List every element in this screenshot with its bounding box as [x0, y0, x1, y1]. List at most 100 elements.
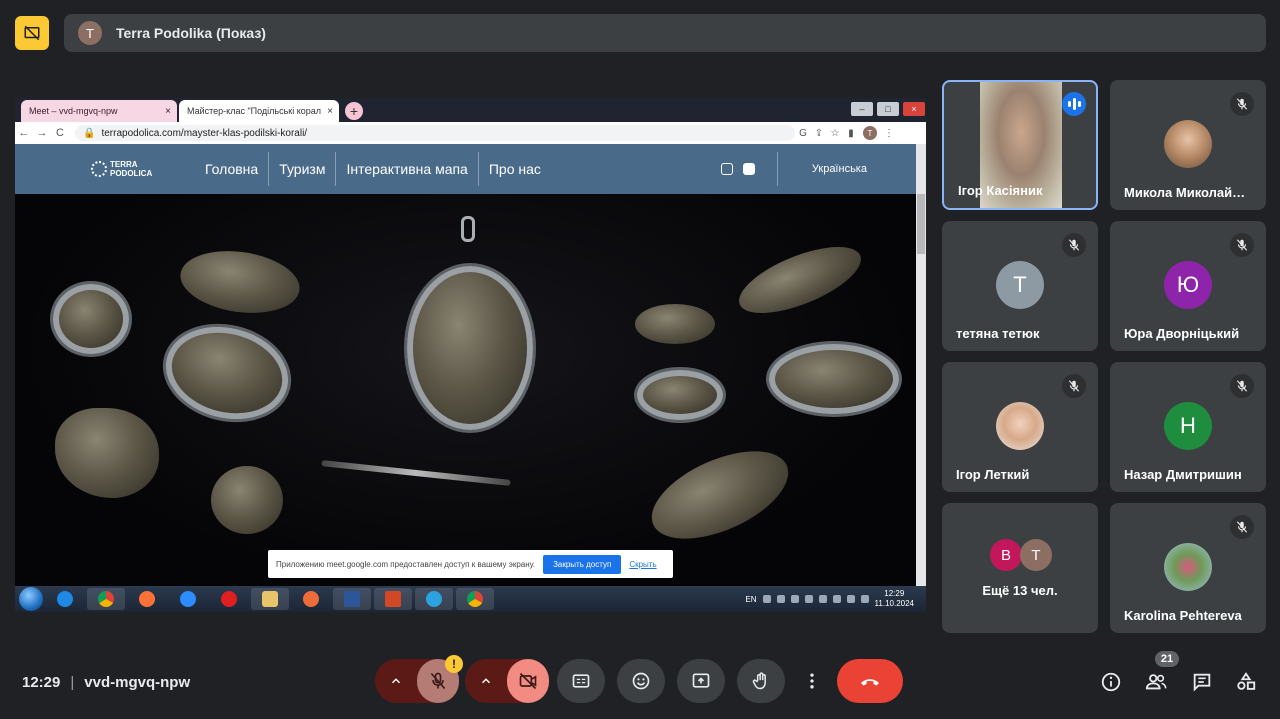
hide-notice-link[interactable]: Скрыть	[629, 560, 656, 569]
tray-icon[interactable]	[790, 595, 799, 603]
star-icon[interactable]: ☆	[827, 128, 843, 139]
facebook-icon[interactable]	[742, 163, 755, 175]
hand-icon	[752, 672, 766, 690]
activities-button[interactable]	[1232, 668, 1260, 696]
more-vert-icon	[810, 673, 814, 689]
minimize-button[interactable]: –	[851, 102, 873, 116]
pendant-image	[637, 370, 723, 420]
sidepanel-icon[interactable]: ▮	[843, 128, 859, 139]
stop-sharing-button[interactable]: Закрыть доступ	[543, 554, 622, 574]
reactions-button[interactable]	[617, 659, 665, 703]
taskbar-firefox[interactable]	[128, 588, 166, 610]
page-scrollbar-thumb[interactable]	[917, 194, 925, 254]
participant-tile[interactable]: Ю Юра Дворніцький	[1110, 221, 1266, 351]
tray-icon[interactable]	[818, 595, 827, 603]
participant-tile[interactable]: Ігор Леткий	[942, 362, 1098, 492]
close-window-button[interactable]: ×	[903, 102, 925, 116]
profile-avatar[interactable]: T	[863, 126, 877, 140]
camera-toggle-button[interactable]	[507, 659, 549, 703]
presenter-bar[interactable]: T Terra Podolika (Показ)	[64, 14, 1266, 52]
url-input[interactable]: 🔒 terrapodolica.com/mayster-klas-podilsk…	[75, 125, 795, 141]
url-text: terrapodolica.com/mayster-klas-podilski-…	[101, 127, 308, 139]
participant-tile[interactable]: Н Назар Дмитришин	[1110, 362, 1266, 492]
present-button[interactable]	[677, 659, 725, 703]
volume-icon[interactable]	[846, 595, 855, 603]
mic-warning-badge[interactable]: !	[445, 655, 463, 673]
tab-meet[interactable]: Meet – vvd-mgvq-npw ×	[21, 100, 177, 122]
audio-settings-chevron[interactable]	[375, 659, 417, 703]
tray-icon[interactable]	[762, 595, 771, 603]
back-icon[interactable]: ←	[15, 127, 33, 139]
participant-tile[interactable]: Микола Миколай…	[1110, 80, 1266, 210]
participant-avatar: Ю	[1164, 261, 1212, 309]
new-tab-button[interactable]: +	[345, 102, 363, 120]
meeting-time: 12:29	[22, 673, 61, 691]
tray-icon[interactable]	[776, 595, 785, 603]
others-count-label: Ещё 13 чел.	[982, 583, 1058, 598]
network-icon[interactable]	[832, 595, 841, 603]
google-lens-icon[interactable]: G	[795, 128, 811, 139]
telegram-icon	[426, 591, 442, 607]
video-settings-chevron[interactable]	[465, 659, 507, 703]
participant-photo-avatar	[996, 402, 1044, 450]
taskbar-chrome[interactable]	[87, 588, 125, 610]
site-nav-about[interactable]: Про нас	[477, 152, 551, 186]
instagram-icon[interactable]	[720, 163, 733, 175]
taskbar-powerpoint[interactable]	[374, 588, 412, 610]
captions-button[interactable]	[557, 659, 605, 703]
taskbar-app[interactable]	[292, 588, 330, 610]
reload-icon[interactable]: C	[51, 127, 69, 139]
taskbar-word[interactable]	[333, 588, 371, 610]
stop-presenting-button[interactable]	[15, 16, 49, 50]
site-nav-map[interactable]: Інтерактивна мапа	[335, 152, 477, 186]
present-to-all-icon	[692, 673, 710, 688]
pendant-image	[155, 314, 299, 432]
participant-name: тетяна тетюк	[956, 326, 1040, 341]
logo-line2: PODOLICA	[110, 169, 153, 178]
tab-close-icon[interactable]: ×	[327, 106, 333, 117]
more-vert-icon[interactable]: ⋮	[881, 128, 897, 139]
taskbar-anydesk[interactable]	[210, 588, 248, 610]
more-options-button[interactable]	[797, 659, 827, 703]
others-avatars: B T	[990, 539, 1052, 571]
coral-pendants-photo	[15, 194, 916, 586]
participant-tile[interactable]: Ігор Касіяник	[942, 80, 1098, 210]
taskbar-telegram[interactable]	[415, 588, 453, 610]
participant-name: Назар Дмитришин	[1124, 467, 1242, 482]
people-button[interactable]	[1142, 668, 1170, 696]
taskbar-chrome-2[interactable]	[456, 588, 494, 610]
participant-tile[interactable]: Karolina Pehtereva	[1110, 503, 1266, 633]
mic-off-icon	[430, 672, 446, 690]
site-nav-tourism[interactable]: Туризм	[268, 152, 335, 186]
tab-close-icon[interactable]: ×	[165, 106, 171, 117]
participant-name: Юра Дворніцький	[1124, 326, 1240, 341]
raise-hand-button[interactable]	[737, 659, 785, 703]
participant-tile[interactable]: T тетяна тетюк	[942, 221, 1098, 351]
tray-icon[interactable]	[804, 595, 813, 603]
clock-time: 12:29	[884, 589, 905, 598]
participant-avatar: B	[990, 539, 1022, 571]
others-tile[interactable]: B T Ещё 13 чел.	[942, 503, 1098, 633]
chat-icon	[1193, 673, 1211, 692]
site-logo[interactable]: TERRA PODOLICA	[91, 151, 163, 187]
flag-icon[interactable]	[860, 595, 869, 603]
meeting-details-button[interactable]	[1097, 668, 1125, 696]
participant-avatar: Н	[1164, 402, 1212, 450]
forward-icon[interactable]: →	[33, 127, 51, 139]
site-nav-home[interactable]: Головна	[195, 152, 268, 186]
leave-call-button[interactable]	[837, 659, 903, 703]
language-indicator[interactable]: EN	[745, 595, 756, 604]
maximize-button[interactable]: □	[877, 102, 899, 116]
taskbar-zoom[interactable]	[169, 588, 207, 610]
share-icon[interactable]: ⇪	[811, 128, 827, 139]
start-button[interactable]	[19, 587, 43, 611]
app-icon	[221, 591, 237, 607]
language-selector[interactable]: Українська	[776, 152, 867, 186]
chat-button[interactable]	[1188, 668, 1216, 696]
taskbar-explorer[interactable]	[251, 588, 289, 610]
tab-site[interactable]: Майстер-клас "Подільські корал ×	[179, 100, 339, 122]
taskbar-clock[interactable]: 12:29 11.10.2024	[875, 589, 914, 609]
taskbar-ie[interactable]	[46, 588, 84, 610]
tab-meet-label: Meet – vvd-mgvq-npw	[29, 106, 118, 116]
mic-off-icon	[1230, 233, 1254, 257]
